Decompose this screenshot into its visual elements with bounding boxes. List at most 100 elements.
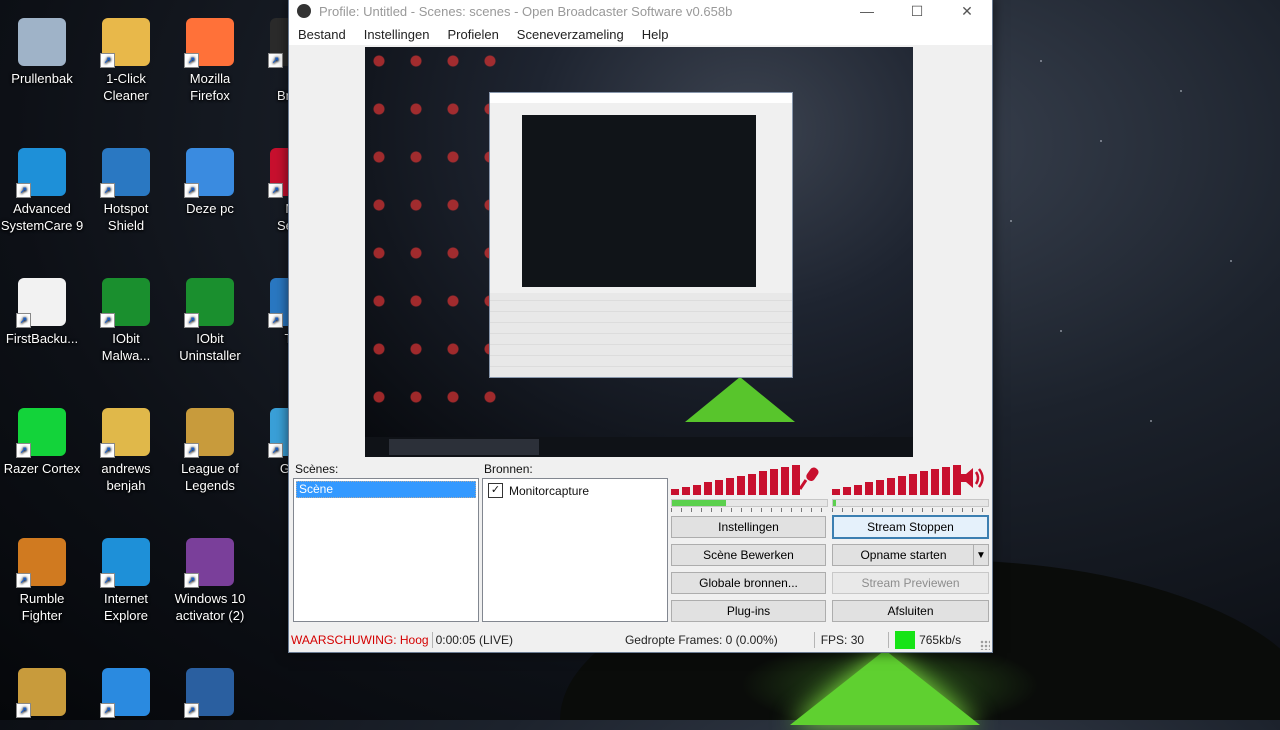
preview-stream-button[interactable]: Stream Previewen [832, 572, 989, 594]
nested-obs-window [489, 92, 793, 378]
shortcut-arrow-icon: ↗ [184, 443, 199, 458]
desktop-shortcut[interactable]: ↗ Windows 10 activator (2) [168, 538, 252, 624]
desktop-shortcut[interactable]: Prullenbak [0, 18, 84, 87]
firefox-icon: ↗ [184, 18, 234, 68]
exit-button[interactable]: Afsluiten [832, 600, 989, 622]
battlenet-icon: ↗ [184, 668, 234, 718]
minimize-button[interactable]: — [842, 3, 892, 19]
desktop-shortcut-label: IObit Uninstaller [179, 331, 241, 363]
desktop-shortcut[interactable]: ↗ [168, 668, 252, 720]
speaker-icon[interactable] [958, 465, 986, 491]
recycle-bin-icon [18, 18, 66, 66]
obs-logo-icon [297, 4, 311, 18]
menu-help[interactable]: Help [633, 27, 678, 42]
shortcut-arrow-icon: ↗ [268, 313, 283, 328]
meter-bar [854, 484, 862, 495]
global-sources-button[interactable]: Globale bronnen... [671, 572, 826, 594]
desktop-shortcut[interactable]: ↗ Internet Explore [84, 538, 168, 624]
shortcut-arrow-icon: ↗ [100, 703, 115, 718]
desktop-volume-slider[interactable] [832, 499, 989, 507]
desktop-shortcut[interactable]: ↗ IObit Malwa... [84, 278, 168, 364]
edit-scene-button[interactable]: Scène Bewerken [671, 544, 826, 566]
shortcut-arrow-icon: ↗ [100, 313, 115, 328]
sources-list[interactable]: ✓ Monitorcapture [482, 478, 668, 622]
source-item[interactable]: ✓ Monitorcapture [483, 479, 667, 502]
status-time: 0:00:05 (LIVE) [435, 633, 513, 647]
scenes-label: Scènes: [295, 462, 339, 476]
status-separator [888, 632, 890, 648]
scenes-list[interactable]: Scène [293, 478, 479, 622]
desktop-shortcut[interactable]: ↗ [0, 668, 84, 720]
menu-sceneverzameling[interactable]: Sceneverzameling [508, 27, 633, 42]
close-button[interactable]: ✕ [942, 3, 992, 20]
shortcut-arrow-icon: ↗ [268, 53, 283, 68]
meter-bar [931, 469, 939, 495]
user-folder-icon: ↗ [100, 408, 150, 458]
desktop-shortcut[interactable]: ↗ IObit Uninstaller [168, 278, 252, 364]
meter-bar [715, 480, 723, 495]
meter-bar [704, 482, 712, 495]
shortcut-arrow-icon: ↗ [184, 313, 199, 328]
shortcut-arrow-icon: ↗ [100, 53, 115, 68]
desktop-shortcut-label: Deze pc [186, 201, 234, 216]
desktop-shortcut[interactable]: ↗ Advanced SystemCare 9 [0, 148, 84, 234]
desktop-shortcut[interactable]: ↗ andrews benjah [84, 408, 168, 494]
maximize-button[interactable]: ☐ [892, 3, 942, 20]
desktop-slider-ticks [832, 508, 987, 512]
razer-cortex-icon: ↗ [16, 408, 66, 458]
desktop-shortcut[interactable]: ↗ Rumble Fighter [0, 538, 84, 624]
meter-bar [748, 473, 756, 495]
mic-volume-meter [671, 463, 800, 495]
computer-icon: ↗ [184, 148, 234, 198]
desktop-shortcut[interactable]: ↗ [84, 668, 168, 720]
scene-item[interactable]: Scène [296, 481, 476, 498]
desktop-shortcut[interactable]: ↗ Razer Cortex [0, 408, 84, 477]
meter-bar [693, 484, 701, 495]
plugins-button[interactable]: Plug-ins [671, 600, 826, 622]
desktop-shortcut[interactable]: ↗ Hotspot Shield [84, 148, 168, 234]
preview-tent [685, 377, 795, 422]
desktop-shortcut[interactable]: ↗ Deze pc [168, 148, 252, 217]
shortcut-arrow-icon: ↗ [100, 183, 115, 198]
shortcut-arrow-icon: ↗ [16, 183, 31, 198]
desktop-shortcut-label: IObit Malwa... [101, 331, 151, 363]
shortcut-arrow-icon: ↗ [268, 443, 283, 458]
desktop-shortcut[interactable]: ↗ FirstBacku... [0, 278, 84, 347]
desktop-shortcut-label: Razer Cortex [3, 461, 81, 476]
source-checkbox[interactable]: ✓ [488, 483, 503, 498]
meter-bar [843, 486, 851, 495]
preview-search-box [389, 439, 539, 455]
menu-bestand[interactable]: Bestand [289, 27, 355, 42]
bitrate-indicator [895, 631, 916, 649]
meter-bar [682, 486, 690, 495]
desktop-shortcut[interactable]: ↗ League of Legends [168, 408, 252, 494]
tent-shape [790, 650, 980, 725]
menu-bar: Bestand Instellingen Profielen Sceneverz… [289, 23, 992, 45]
start-recording-button[interactable]: Opname starten ▼ [832, 544, 989, 566]
desktop-shortcut[interactable]: ↗ Mozilla Firefox [168, 18, 252, 104]
resize-grip[interactable] [980, 640, 990, 650]
desktop-shortcut[interactable]: ↗ 1-Click Cleaner [84, 18, 168, 104]
mic-volume-slider[interactable] [671, 499, 828, 507]
desktop-shortcut-label: Hotspot Shield [103, 201, 149, 233]
settings-button[interactable]: Instellingen [671, 516, 826, 538]
shortcut-arrow-icon: ↗ [268, 183, 283, 198]
meter-bar [920, 471, 928, 495]
meter-bar [865, 482, 873, 495]
stream-preview [365, 47, 913, 457]
status-separator [431, 632, 433, 648]
preview-desktop-icons [367, 49, 497, 419]
microphone-icon[interactable] [797, 465, 823, 491]
nested-controls [490, 293, 792, 377]
desktop-shortcut-label: Rumble Fighter [19, 591, 65, 623]
stop-stream-button[interactable]: Stream Stoppen [832, 515, 989, 539]
menu-profielen[interactable]: Profielen [438, 27, 507, 42]
start-recording-label: Opname starten [860, 548, 947, 562]
shortcut-arrow-icon: ↗ [16, 573, 31, 588]
shortcut-arrow-icon: ↗ [16, 703, 31, 718]
shortcut-arrow-icon: ↗ [184, 703, 199, 718]
recording-dropdown-icon[interactable]: ▼ [973, 545, 988, 565]
menu-instellingen[interactable]: Instellingen [355, 27, 439, 42]
shortcut-arrow-icon: ↗ [16, 313, 31, 328]
meter-bar [942, 467, 950, 495]
